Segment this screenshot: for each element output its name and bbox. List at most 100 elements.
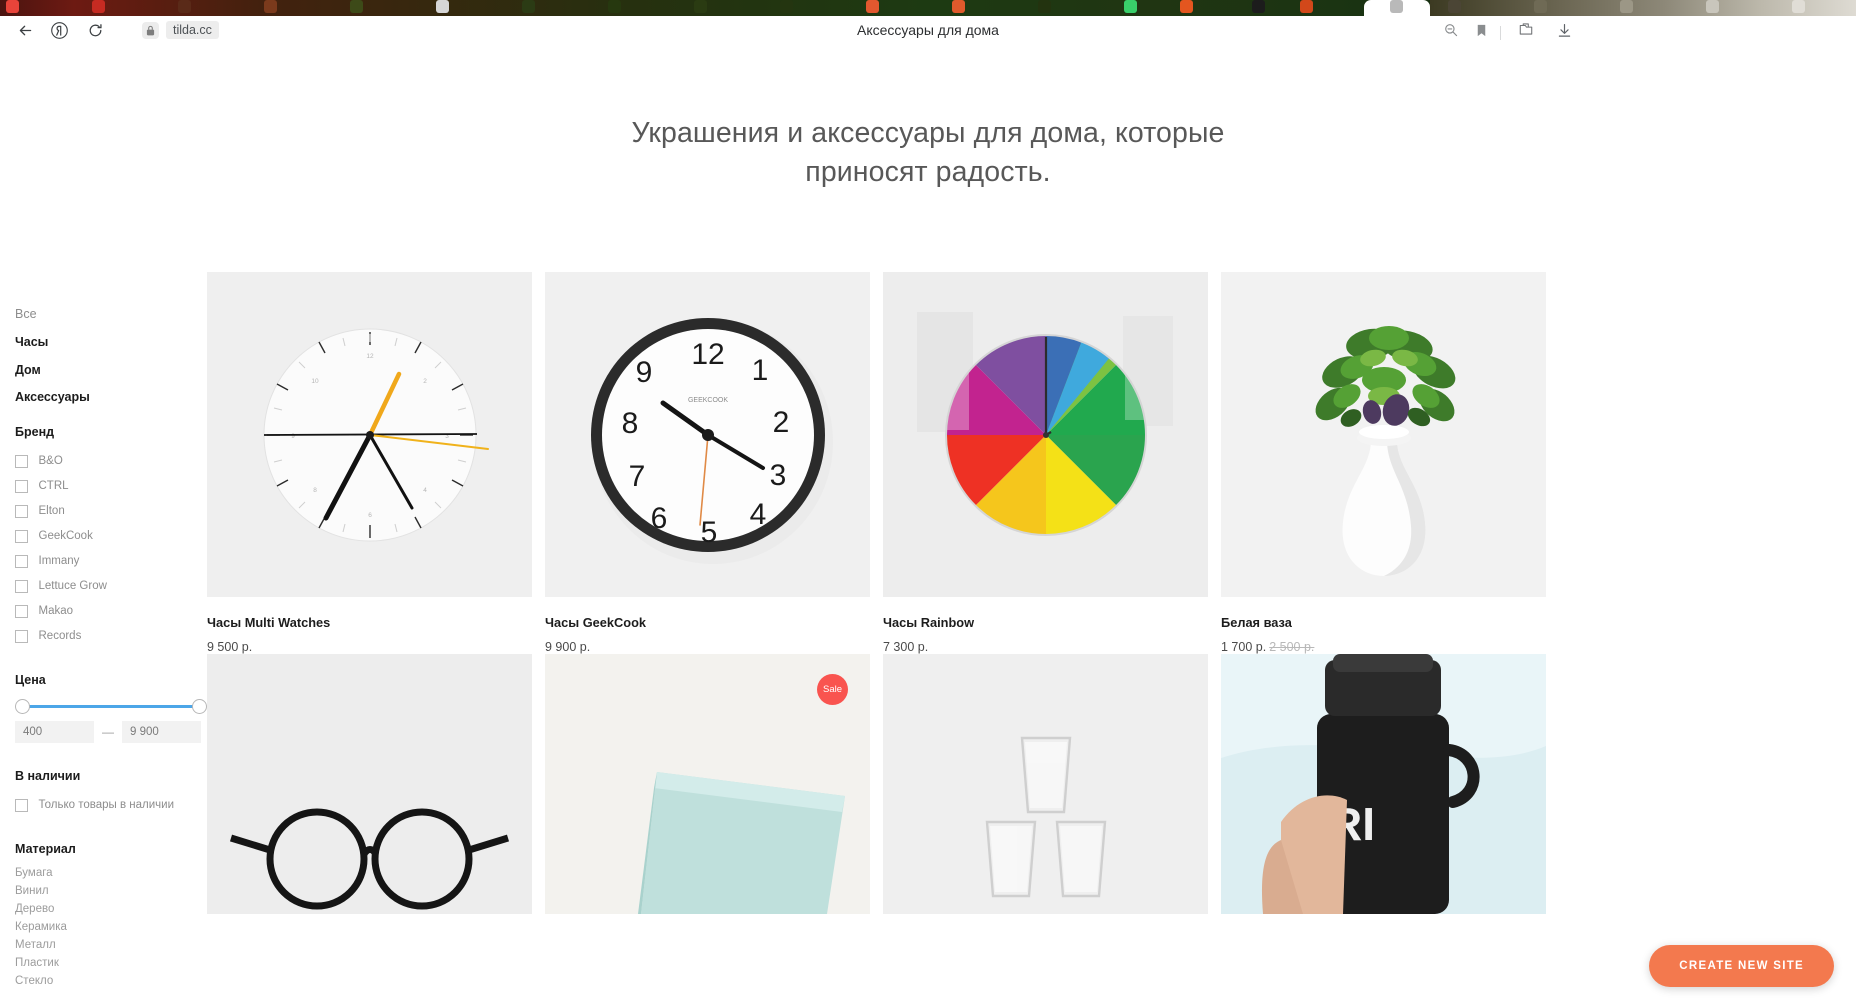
tab-favicon[interactable] bbox=[608, 0, 621, 13]
brand-checkbox-geekcook[interactable]: GeekCook bbox=[15, 524, 220, 549]
brand-checkbox-makao[interactable]: Makao bbox=[15, 599, 220, 624]
tab-favicon[interactable] bbox=[264, 0, 277, 13]
material-item-wood[interactable]: Дерево bbox=[15, 900, 220, 918]
price-min-input[interactable] bbox=[15, 721, 94, 743]
brand-checkbox-bo[interactable]: B&O bbox=[15, 449, 220, 474]
hero-heading: Украшения и аксессуары для дома, которые… bbox=[0, 44, 1856, 193]
tab-favicon[interactable] bbox=[952, 0, 965, 13]
tab-favicon[interactable] bbox=[1534, 0, 1547, 13]
product-image-glasses[interactable] bbox=[207, 654, 532, 914]
address-bar[interactable]: tilda.cc bbox=[138, 19, 229, 41]
product-image-shaker-bottle[interactable]: RI bbox=[1221, 654, 1546, 914]
product-title[interactable]: Белая ваза bbox=[1221, 615, 1546, 630]
category-link-all[interactable]: Все bbox=[15, 307, 220, 322]
material-item-metal[interactable]: Металл bbox=[15, 936, 220, 954]
white-vase-plant-illustration bbox=[1221, 272, 1546, 597]
checkbox-icon[interactable] bbox=[15, 630, 28, 643]
material-item-glass[interactable]: Стекло bbox=[15, 972, 220, 990]
tab-favicon[interactable] bbox=[1300, 0, 1313, 13]
checkbox-icon[interactable] bbox=[15, 505, 28, 518]
tab-favicon[interactable] bbox=[694, 0, 707, 13]
svg-text:12: 12 bbox=[366, 353, 374, 360]
tab-favicon[interactable] bbox=[1620, 0, 1633, 13]
brand-checkbox-records[interactable]: Records bbox=[15, 624, 220, 649]
zoom-out-icon[interactable] bbox=[1438, 17, 1464, 43]
product-card[interactable]: Sale bbox=[545, 654, 870, 932]
product-card[interactable] bbox=[883, 654, 1208, 932]
back-arrow-icon[interactable] bbox=[12, 17, 38, 43]
product-card[interactable] bbox=[207, 654, 532, 932]
checkbox-icon[interactable] bbox=[15, 530, 28, 543]
brand-checkbox-elton[interactable]: Elton bbox=[15, 499, 220, 524]
material-item-vinyl[interactable]: Винил bbox=[15, 882, 220, 900]
toolbar-divider bbox=[1500, 26, 1501, 40]
product-card[interactable]: 12 1 2 3 4 5 6 7 8 9 GEEKCOOK Часы GeekC… bbox=[545, 272, 870, 654]
category-link-home[interactable]: Дом bbox=[15, 363, 220, 378]
product-title[interactable]: Часы Rainbow bbox=[883, 615, 1208, 630]
checkbox-icon[interactable] bbox=[15, 605, 28, 618]
stock-checkbox-in-stock-only[interactable]: Только товары в наличии bbox=[15, 793, 220, 818]
checkbox-icon[interactable] bbox=[15, 555, 28, 568]
checkbox-icon[interactable] bbox=[15, 455, 28, 468]
svg-text:1: 1 bbox=[752, 354, 769, 387]
svg-text:4: 4 bbox=[423, 487, 427, 494]
product-card[interactable]: Часы Rainbow 7 300 р. bbox=[883, 272, 1208, 654]
product-image-rainbow[interactable] bbox=[883, 272, 1208, 597]
tab-favicon[interactable] bbox=[1390, 0, 1403, 13]
download-icon[interactable] bbox=[1551, 17, 1577, 43]
tab-favicon[interactable] bbox=[1124, 0, 1137, 13]
product-title[interactable]: Часы GeekCook bbox=[545, 615, 870, 630]
yandex-logo-icon[interactable] bbox=[46, 17, 72, 43]
price-max-input[interactable] bbox=[122, 721, 201, 743]
checkbox-icon[interactable] bbox=[15, 480, 28, 493]
svg-text:4: 4 bbox=[750, 498, 767, 531]
material-item-paper[interactable]: Бумага bbox=[15, 864, 220, 882]
tab-favicon[interactable] bbox=[1792, 0, 1805, 13]
checkbox-icon[interactable] bbox=[15, 799, 28, 812]
brand-checkbox-lettuce-grow[interactable]: Lettuce Grow bbox=[15, 574, 220, 599]
bookmark-icon[interactable] bbox=[1468, 17, 1494, 43]
product-price: 9 900 р. bbox=[545, 640, 870, 654]
url-text[interactable]: tilda.cc bbox=[166, 21, 219, 39]
reload-icon[interactable] bbox=[82, 17, 108, 43]
tab-favicon[interactable] bbox=[780, 0, 793, 13]
product-image-notebook[interactable]: Sale bbox=[545, 654, 870, 914]
tab-favicon[interactable] bbox=[92, 0, 105, 13]
tab-favicon[interactable] bbox=[6, 0, 19, 13]
slider-handle-max[interactable] bbox=[192, 699, 207, 714]
tab-favicon[interactable] bbox=[1706, 0, 1719, 13]
product-card[interactable]: 12 2 34 68 9 10 Часы Multi Watches 9 500… bbox=[207, 272, 532, 654]
slider-track[interactable] bbox=[24, 705, 198, 708]
product-card[interactable]: RI bbox=[1221, 654, 1546, 932]
product-image-geekcook[interactable]: 12 1 2 3 4 5 6 7 8 9 GEEKCOOK bbox=[545, 272, 870, 597]
category-link-watches[interactable]: Часы bbox=[15, 335, 220, 350]
product-price: 1 700 р. 2 500 р. bbox=[1221, 640, 1546, 654]
slider-handle-min[interactable] bbox=[15, 699, 30, 714]
tab-favicon[interactable] bbox=[436, 0, 449, 13]
material-item-plastic[interactable]: Пластик bbox=[15, 954, 220, 972]
product-title[interactable]: Часы Multi Watches bbox=[207, 615, 532, 630]
svg-text:5: 5 bbox=[701, 516, 718, 549]
tab-favicon[interactable] bbox=[866, 0, 879, 13]
category-link-accessories[interactable]: Аксессуары bbox=[15, 390, 220, 405]
brand-checkbox-ctrl[interactable]: CTRL bbox=[15, 474, 220, 499]
product-card[interactable]: Белая ваза 1 700 р. 2 500 р. bbox=[1221, 272, 1546, 654]
tab-favicon[interactable] bbox=[1180, 0, 1193, 13]
browser-tab-strip[interactable] bbox=[0, 0, 1856, 16]
material-item-ceramic[interactable]: Керамика bbox=[15, 918, 220, 936]
product-image-white-vase[interactable] bbox=[1221, 272, 1546, 597]
product-image-multi-watches[interactable]: 12 2 34 68 9 10 bbox=[207, 272, 532, 597]
tab-favicon[interactable] bbox=[1448, 0, 1461, 13]
tab-favicon[interactable] bbox=[1252, 0, 1265, 13]
tab-favicon[interactable] bbox=[178, 0, 191, 13]
tab-favicon[interactable] bbox=[350, 0, 363, 13]
price-range-slider[interactable] bbox=[15, 697, 207, 715]
create-new-site-button[interactable]: CREATE NEW SITE bbox=[1649, 945, 1834, 987]
brand-checkbox-immany[interactable]: Immany bbox=[15, 549, 220, 574]
checkbox-icon[interactable] bbox=[15, 580, 28, 593]
collections-icon[interactable] bbox=[1513, 17, 1539, 43]
filter-sidebar: Все Часы Дом Аксессуары Бренд B&O CTRL E… bbox=[15, 307, 220, 990]
tab-favicon[interactable] bbox=[1038, 0, 1051, 13]
tab-favicon[interactable] bbox=[522, 0, 535, 13]
product-image-glassware[interactable] bbox=[883, 654, 1208, 914]
